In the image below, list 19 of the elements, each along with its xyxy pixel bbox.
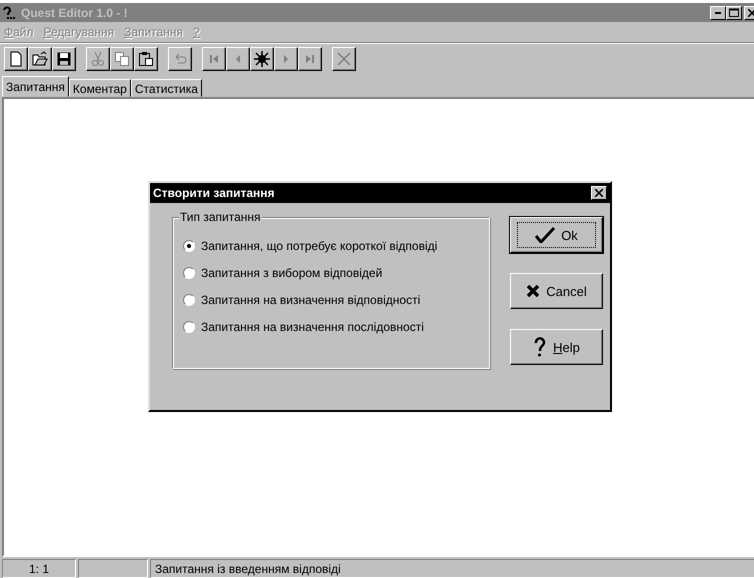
cursor-position: 1: 1	[2, 559, 76, 578]
radio-option[interactable]: Запитання на визначення відповідності	[183, 292, 489, 308]
radio-option[interactable]: Запитання з вибором відповідей	[183, 265, 489, 281]
dialog-title: Створити запитання	[153, 186, 276, 200]
tab[interactable]: Запитання	[2, 76, 69, 97]
option-label: Запитання на визначення послідовності	[201, 320, 424, 334]
option-label: Запитання, що потребує короткої відповіді	[201, 239, 438, 253]
group-label: Тип запитання	[179, 210, 262, 224]
tab[interactable]: Коментар	[68, 79, 131, 97]
radio-option[interactable]: Запитання на визначення послідовності	[183, 319, 489, 335]
option-label: Запитання з вибором відповідей	[201, 266, 382, 280]
status-message: Запитання із введенням відповіді	[150, 559, 754, 578]
dialog-button[interactable]: Cancel	[510, 273, 603, 309]
tab[interactable]: Статистика	[130, 79, 202, 97]
option-label: Запитання на визначення відповідності	[201, 293, 420, 307]
dialog-button[interactable]: Help	[510, 329, 603, 365]
window-title: Quest Editor 1.0 - !	[21, 6, 129, 20]
radio-option[interactable]: Запитання, що потребує короткої відповіді	[183, 238, 489, 254]
dialog-button[interactable]: Ok	[510, 217, 603, 253]
